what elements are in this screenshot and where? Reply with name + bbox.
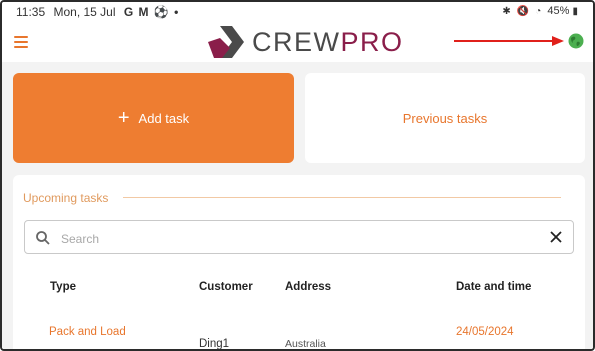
menu-button[interactable] bbox=[14, 36, 28, 48]
column-header-type[interactable]: Type bbox=[50, 281, 76, 293]
wifi-icon: ◔ bbox=[535, 6, 542, 17]
battery-percentage: 45% bbox=[547, 5, 570, 17]
search-input[interactable] bbox=[59, 228, 533, 250]
mute-icon: 🔇 bbox=[516, 6, 530, 17]
language-button[interactable] bbox=[568, 33, 584, 49]
app-bar: CREWPRO bbox=[2, 22, 593, 62]
search-box bbox=[24, 220, 574, 254]
row-type: Pack and Load bbox=[49, 326, 126, 338]
previous-tasks-label: Previous tasks bbox=[402, 110, 488, 126]
column-header-datetime[interactable]: Date and time bbox=[456, 281, 531, 293]
upcoming-tasks-title: Upcoming tasks bbox=[23, 191, 109, 205]
main-content: + Add task Previous tasks Upcoming tasks… bbox=[2, 62, 593, 350]
previous-tasks-button[interactable]: Previous tasks bbox=[305, 73, 585, 163]
column-header-address[interactable]: Address bbox=[285, 281, 331, 293]
annotation-arrow-icon bbox=[454, 36, 564, 46]
notification-icons: G M ⚽ • bbox=[123, 5, 180, 19]
logo-text-crew: CREW bbox=[252, 27, 341, 57]
logo-chevron-icon bbox=[208, 26, 244, 58]
row-datetime: 24/05/2024 bbox=[456, 326, 514, 338]
bluetooth-icon: ✱ bbox=[502, 6, 511, 17]
row-customer: Ding1 bbox=[199, 338, 230, 350]
add-task-label: Add task bbox=[138, 110, 190, 126]
add-task-button[interactable]: + Add task bbox=[13, 73, 294, 163]
clear-search-icon[interactable] bbox=[549, 230, 563, 244]
plus-icon: + bbox=[117, 107, 130, 129]
logo-text-pro: PRO bbox=[340, 27, 404, 57]
row-address: Australia bbox=[285, 338, 326, 350]
upcoming-tasks-panel: Upcoming tasks Type Customer Address Dat… bbox=[13, 175, 585, 350]
status-time: 11:35 bbox=[16, 5, 46, 19]
hamburger-menu-icon bbox=[14, 36, 28, 38]
crewpro-logo: CREWPRO bbox=[206, 24, 404, 60]
device-screen: 11:35 Mon, 15 Jul G M ⚽ • ✱ 🔇 ◔ 45% ▮ CR… bbox=[0, 0, 595, 351]
status-bar: 11:35 Mon, 15 Jul G M ⚽ • ✱ 🔇 ◔ 45% ▮ bbox=[2, 2, 593, 22]
column-header-customer[interactable]: Customer bbox=[199, 281, 253, 293]
battery-icon: ▮ bbox=[572, 6, 578, 17]
search-icon bbox=[36, 231, 50, 245]
globe-icon bbox=[568, 33, 584, 49]
status-date: Mon, 15 Jul bbox=[53, 5, 116, 19]
section-divider bbox=[123, 197, 561, 198]
